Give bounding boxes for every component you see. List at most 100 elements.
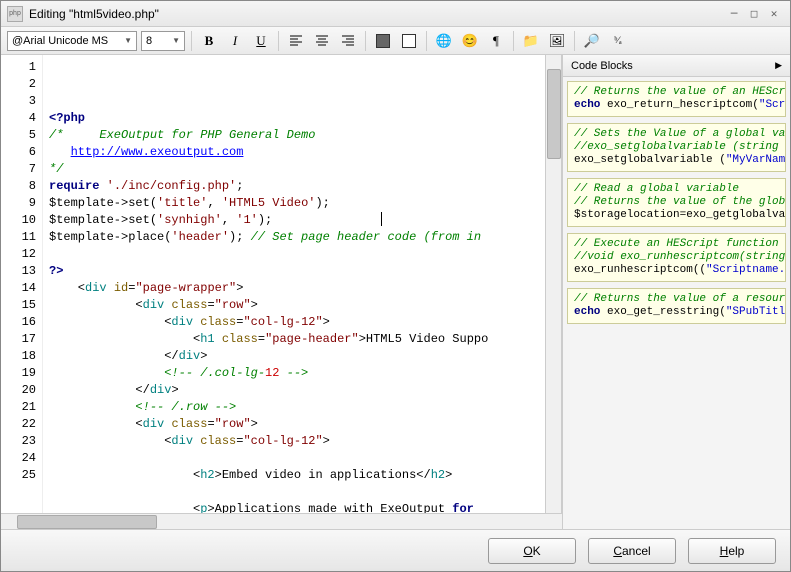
scrollbar-thumb[interactable] [547, 69, 561, 159]
code-editor[interactable]: 1234567891011121314151617181920212223242… [1, 55, 562, 513]
line-number: 20 [1, 382, 36, 399]
line-number: 23 [1, 433, 36, 450]
snippets-list: // Returns the value of an HEScript func… [563, 77, 790, 529]
code-line[interactable]: <div class="col-lg-12"> [49, 433, 541, 450]
code-line[interactable] [49, 484, 541, 501]
line-number: 4 [1, 110, 36, 127]
folder-button[interactable]: 📁 [520, 30, 542, 52]
title-bar: php Editing "html5video.php" ─ □ ✕ [1, 1, 790, 27]
line-number: 13 [1, 263, 36, 280]
code-line[interactable]: <div id="page-wrapper"> [49, 280, 541, 297]
code-line[interactable]: $template->place('header'); // Set page … [49, 229, 541, 246]
align-right-button[interactable] [337, 30, 359, 52]
code-line[interactable]: <p>Applications made with ExeOutput for [49, 501, 541, 513]
scrollbar-thumb[interactable] [17, 515, 157, 529]
code-snippet[interactable]: // Returns the value of an HEScript func… [567, 81, 786, 117]
picture-button[interactable]: 🖼 [546, 30, 568, 52]
background-color-button[interactable] [398, 30, 420, 52]
separator [426, 31, 427, 51]
insert-image-button[interactable]: 😊 [459, 30, 481, 52]
paragraph-button[interactable]: ¶ [485, 30, 507, 52]
code-line[interactable]: <?php [49, 110, 541, 127]
line-number-gutter: 1234567891011121314151617181920212223242… [1, 55, 43, 513]
code-line[interactable]: /* ExeOutput for PHP General Demo [49, 127, 541, 144]
line-number: 19 [1, 365, 36, 382]
line-number: 12 [1, 246, 36, 263]
code-line[interactable]: <div class="row"> [49, 416, 541, 433]
code-line[interactable]: <div class="row"> [49, 297, 541, 314]
align-left-button[interactable] [285, 30, 307, 52]
maximize-button[interactable]: □ [744, 6, 764, 22]
code-line[interactable]: <h1 class="page-header">HTML5 Video Supp… [49, 331, 541, 348]
replace-button[interactable]: ᵇ∕ₐ [607, 30, 629, 52]
line-number: 21 [1, 399, 36, 416]
cancel-button[interactable]: Cancel [588, 538, 676, 564]
code-line[interactable]: require './inc/config.php'; [49, 178, 541, 195]
code-line[interactable]: */ [49, 161, 541, 178]
code-snippet[interactable]: // Execute an HEScript function or proce… [567, 233, 786, 282]
code-line[interactable]: ?> [49, 263, 541, 280]
align-center-button[interactable] [311, 30, 333, 52]
color-swatch-icon [402, 34, 416, 48]
bold-button[interactable]: B [198, 30, 220, 52]
line-number: 16 [1, 314, 36, 331]
separator [365, 31, 366, 51]
code-line[interactable]: </div> [49, 382, 541, 399]
font-size-select[interactable]: 8 ▼ [141, 31, 185, 51]
code-line[interactable] [49, 450, 541, 467]
minimize-button[interactable]: ─ [724, 6, 744, 22]
line-number: 9 [1, 195, 36, 212]
line-number: 8 [1, 178, 36, 195]
chevron-right-icon[interactable]: ▶ [775, 60, 782, 71]
find-button[interactable]: 🔎 [581, 30, 603, 52]
main-area: 1234567891011121314151617181920212223242… [1, 55, 790, 529]
line-number: 3 [1, 93, 36, 110]
font-size-value: 8 [146, 35, 152, 47]
vertical-scrollbar[interactable] [545, 55, 561, 513]
separator [191, 31, 192, 51]
code-line[interactable]: <!-- /.row --> [49, 399, 541, 416]
text-cursor [381, 212, 382, 226]
separator [278, 31, 279, 51]
code-line[interactable]: </div> [49, 348, 541, 365]
help-button[interactable]: Help [688, 538, 776, 564]
code-snippet[interactable]: // Sets the Value of a global variable w… [567, 123, 786, 172]
app-icon: php [7, 6, 23, 22]
close-button[interactable]: ✕ [764, 6, 784, 22]
separator [513, 31, 514, 51]
panel-title: Code Blocks [571, 60, 633, 72]
line-number: 17 [1, 331, 36, 348]
code-line[interactable]: <h2>Embed video in applications</h2> [49, 467, 541, 484]
code-line[interactable]: $template->set('synhigh', '1'); [49, 212, 541, 229]
code-line[interactable]: <!-- /.col-lg-12 --> [49, 365, 541, 382]
line-number: 10 [1, 212, 36, 229]
font-family-select[interactable]: @Arial Unicode MS ▼ [7, 31, 137, 51]
line-number: 25 [1, 467, 36, 484]
horizontal-scrollbar[interactable] [1, 513, 562, 529]
line-number: 2 [1, 76, 36, 93]
code-line[interactable]: http://www.exeoutput.com [49, 144, 541, 161]
dialog-button-bar: OK Cancel Help [1, 529, 790, 571]
line-number: 24 [1, 450, 36, 467]
chevron-down-icon: ▼ [172, 36, 180, 45]
italic-button[interactable]: I [224, 30, 246, 52]
code-snippet[interactable]: // Returns the value of a resource strin… [567, 288, 786, 324]
panel-header: Code Blocks ▶ [563, 55, 790, 77]
line-number: 11 [1, 229, 36, 246]
window-title: Editing "html5video.php" [29, 7, 724, 21]
chevron-down-icon: ▼ [124, 36, 132, 45]
font-family-value: @Arial Unicode MS [12, 35, 108, 47]
insert-link-button[interactable]: 🌐 [433, 30, 455, 52]
underline-button[interactable]: U [250, 30, 272, 52]
code-line[interactable] [49, 246, 541, 263]
code-area[interactable]: <?php/* ExeOutput for PHP General Demo h… [43, 55, 545, 513]
font-color-button[interactable] [372, 30, 394, 52]
code-line[interactable]: <div class="col-lg-12"> [49, 314, 541, 331]
line-number: 1 [1, 59, 36, 76]
ok-button[interactable]: OK [488, 538, 576, 564]
code-blocks-panel: Code Blocks ▶ // Returns the value of an… [562, 55, 790, 529]
line-number: 14 [1, 280, 36, 297]
code-line[interactable]: $template->set('title', 'HTML5 Video'); [49, 195, 541, 212]
code-snippet[interactable]: // Read a global variable// Returns the … [567, 178, 786, 227]
editor-pane: 1234567891011121314151617181920212223242… [1, 55, 562, 529]
